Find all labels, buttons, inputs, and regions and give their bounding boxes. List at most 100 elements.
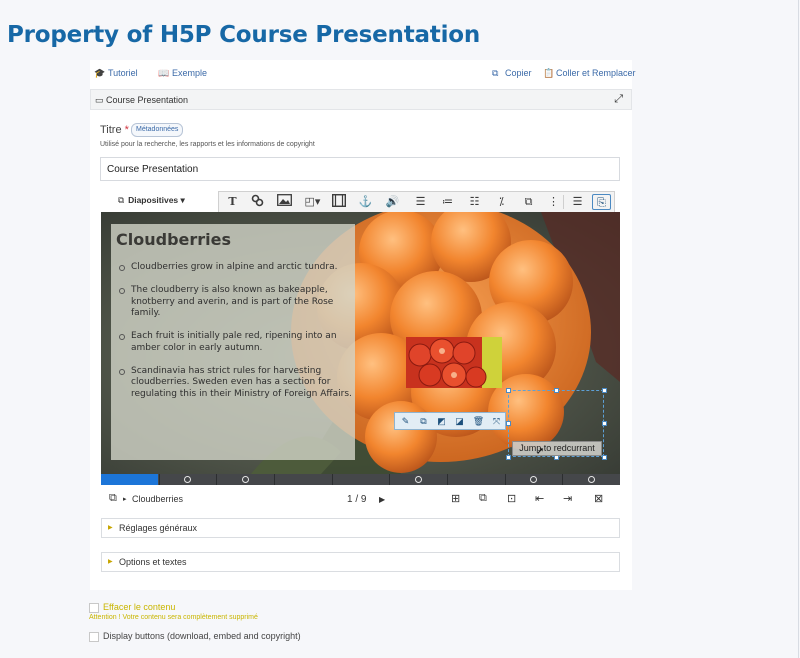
image-icon[interactable] (275, 194, 294, 210)
display-buttons-checkbox[interactable] (89, 632, 99, 642)
move-slide-left-icon[interactable]: ⇤ (535, 492, 544, 505)
fill-in-blanks-icon[interactable]: ☰ (411, 194, 430, 210)
drag-text-icon[interactable]: ⁒ (492, 194, 511, 210)
section-title: Réglages généraux (119, 523, 198, 533)
delete-content-checkbox[interactable] (89, 603, 99, 613)
progress-divider (447, 474, 448, 485)
example-icon: 📖 (158, 68, 170, 78)
table-icon[interactable]: ☰ (568, 194, 587, 210)
list-item: Each fruit is initially pale red, ripeni… (116, 331, 352, 354)
slide-task-marker[interactable] (184, 476, 191, 483)
content-type-header: ▭ Course Presentation ⤢ (90, 89, 632, 110)
slides-dropdown[interactable]: ⧉ Diapositives ▾ (118, 195, 185, 206)
video-icon[interactable] (329, 193, 348, 210)
single-choice-icon[interactable]: ≔ (438, 194, 457, 210)
section-title: Options et textes (119, 557, 187, 567)
progress-fill (101, 474, 158, 485)
resize-handle[interactable] (506, 421, 511, 426)
slide-heading: Cloudberries (116, 230, 232, 249)
display-buttons-label: Display buttons (download, embed and cop… (103, 631, 301, 641)
progress-divider (159, 474, 160, 485)
toolbar-separator (563, 195, 564, 209)
audio-icon[interactable]: 🔊 (383, 194, 402, 210)
copy-icon: ⧉ (492, 68, 499, 78)
redcurrant-image[interactable] (406, 337, 502, 388)
slide-task-marker[interactable] (588, 476, 595, 483)
progress-divider (332, 474, 333, 485)
resize-icon[interactable]: ⤧ (490, 414, 503, 428)
resize-handle[interactable] (602, 421, 607, 426)
tutorial-icon: 🎓 (94, 68, 106, 78)
monitor-icon: ▭ (95, 95, 104, 105)
shapes-icon[interactable]: ◰▾ (303, 194, 322, 210)
slide-task-marker[interactable] (415, 476, 422, 483)
resize-handle[interactable] (554, 388, 559, 393)
list-item: The cloudberry is also known as bakeappl… (116, 285, 352, 320)
resize-handle[interactable] (506, 455, 511, 460)
general-settings-section[interactable]: ▶ Réglages généraux (101, 518, 620, 538)
content-toolbar: T ◰▾ ⚓ 🔊 ☰ ≔ ☷ ⁒ ⧉ ⋮ ☰ ⎘ (218, 191, 615, 213)
clone-slide-icon[interactable]: ⧉ (479, 492, 487, 505)
send-back-icon[interactable]: ◪ (453, 414, 466, 428)
edit-icon[interactable]: ✎ (399, 414, 412, 428)
title-field-description: Utilisé pour la recherche, les rapports … (100, 141, 315, 148)
move-slide-right-icon[interactable]: ⇥ (563, 492, 572, 505)
keywords-icon[interactable]: ⧉ (109, 492, 117, 505)
next-slide-icon[interactable]: ▶ (379, 495, 385, 504)
progress-divider (274, 474, 275, 485)
text-icon[interactable]: T (223, 194, 242, 210)
progress-divider (562, 474, 563, 485)
delete-slide-icon[interactable]: ⊠ (594, 492, 603, 505)
slide-footer: ⧉ ▸ Cloudberries 1 / 9 ▶ ⊞ ⧉ ⊡ ⇤ ⇥ ⊠ (101, 489, 620, 511)
list-item: Cloudberries grow in alpine and arctic t… (116, 262, 352, 274)
progress-divider (505, 474, 506, 485)
drag-drop-icon[interactable]: ⧉ (519, 194, 538, 210)
page-indicator: 1 / 9 (347, 494, 367, 505)
options-texts-section[interactable]: ▶ Options et textes (101, 552, 620, 572)
expand-arrow-icon: ▶ (108, 559, 113, 565)
new-slide-icon[interactable]: ⊞ (451, 492, 460, 505)
anchor-icon[interactable]: ⚓ (356, 194, 375, 210)
example-link[interactable]: Exemple (172, 68, 207, 78)
resize-handle[interactable] (506, 388, 511, 393)
copy-icon[interactable]: ⧉ (417, 414, 430, 428)
slide-bullet-list: Cloudberries grow in alpine and arctic t… (116, 262, 352, 412)
delete-content-warning: Attention ! Votre contenu sera complètem… (89, 614, 258, 621)
metadata-button[interactable]: Métadonnées (131, 123, 184, 137)
copy-link[interactable]: Copier (505, 68, 532, 78)
paste-link[interactable]: Coller et Remplacer (556, 68, 636, 78)
top-links: 🎓 Tutoriel 📖 Exemple ⧉ Copier 📋 Coller e… (92, 66, 636, 82)
slide-background-icon[interactable]: ⊡ (507, 492, 516, 505)
title-field-label: Titre * (100, 124, 129, 136)
resize-handle[interactable] (602, 455, 607, 460)
tutorial-link[interactable]: Tutoriel (108, 68, 138, 78)
delete-content-label: Effacer le contenu (103, 602, 176, 612)
slide-task-marker[interactable] (242, 476, 249, 483)
page-title: Property of H5P Course Presentation (7, 22, 481, 48)
current-slide-title: Cloudberries (132, 494, 184, 504)
caret-icon: ▸ (123, 496, 127, 503)
required-marker: * (124, 124, 129, 136)
link-icon[interactable] (248, 194, 267, 210)
progress-divider (216, 474, 217, 485)
list-item: Scandinavia has strict rules for harvest… (116, 366, 352, 401)
slide-progress-bar[interactable] (101, 474, 620, 485)
more-icon[interactable]: ⋮ (544, 194, 563, 210)
fullscreen-icon[interactable]: ⤢ (614, 93, 623, 106)
progress-divider (389, 474, 390, 485)
expand-arrow-icon: ▶ (108, 525, 113, 531)
multiple-choice-icon[interactable]: ☷ (465, 194, 484, 210)
element-toolbar: ✎ ⧉ ◩ ◪ 🗑 ⤧ (394, 412, 506, 430)
jump-to-slide-button[interactable]: Jump to redcurrant (512, 441, 602, 456)
title-input[interactable]: Course Presentation (100, 157, 620, 181)
delete-icon[interactable]: 🗑 (472, 414, 485, 428)
content-type-title: Course Presentation (106, 95, 189, 105)
caret-down-icon: ▾ (180, 195, 185, 205)
slides-icon: ⧉ (118, 195, 125, 205)
resize-handle[interactable] (602, 388, 607, 393)
paste-content-icon[interactable]: ⎘ (592, 194, 611, 210)
slide-task-marker[interactable] (530, 476, 537, 483)
mouse-cursor-icon: ➚ (536, 446, 545, 457)
paste-icon: 📋 (543, 68, 555, 78)
bring-front-icon[interactable]: ◩ (435, 414, 448, 428)
